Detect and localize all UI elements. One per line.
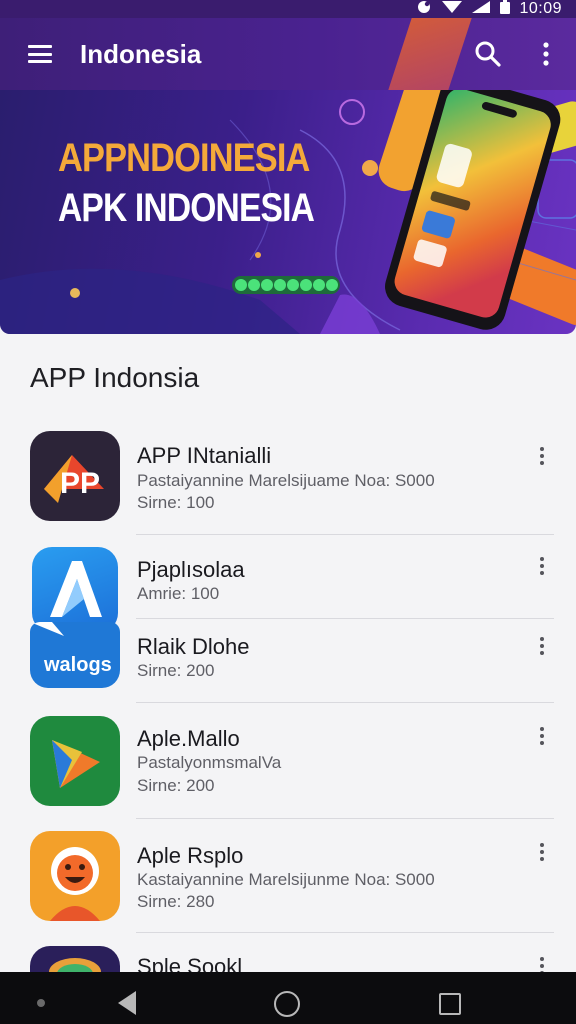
list-divider [136,618,554,619]
walogs-app-icon-text: walogs [44,654,112,676]
promo-banner[interactable]: APPNDOINESIA APK INDONESIA [0,90,576,334]
app-more-button[interactable] [528,836,556,868]
list-divider [136,818,554,819]
app-size: Sirne: 100 [137,493,215,512]
more-options-button[interactable] [516,18,576,90]
app-name[interactable]: Aple Rsplo [137,843,243,869]
signal-icon [471,0,491,18]
app-more-button[interactable] [528,440,556,472]
status-bar: 10:09 [0,0,576,18]
notification-icon [417,0,433,18]
app-bar: Indonesia [0,18,576,90]
app-more-button[interactable] [528,630,556,662]
hamburger-menu-icon [28,45,52,63]
app-name[interactable]: APP INtanialli [137,443,271,469]
letter-a-app-icon[interactable] [32,547,118,633]
nav-indicator-dot [37,999,45,1007]
app-more-button[interactable] [528,720,556,752]
smiley-app-icon[interactable] [30,831,120,921]
app-name[interactable]: Aple.Mallo [137,726,240,752]
banner-title-line1: APPNDOINESIA [58,136,310,180]
app-name[interactable]: Pjaplısolaa [137,557,245,583]
home-button[interactable] [274,991,300,1017]
back-triangle-icon [118,991,136,1015]
battery-icon [499,0,511,19]
app-name[interactable]: Rlaik Dlohe [137,634,250,660]
back-button[interactable] [116,990,138,1021]
menu-button[interactable] [0,18,80,90]
list-divider [136,932,554,933]
search-button[interactable] [460,18,516,90]
play-triangle-app-icon[interactable] [30,716,120,806]
banner-title-line2: APK INDONESIA [58,186,315,230]
section-title: APP Indonsia [30,362,200,393]
pp-app-icon[interactable]: PP [30,431,120,521]
status-time: 10:09 [519,0,562,17]
wifi-icon [441,0,463,18]
app-description: PastalyonmsmalVa [137,753,282,772]
list-divider [136,534,554,535]
app-size: Amrie: 100 [137,584,220,603]
more-vert-icon [543,42,549,66]
phone-screen: 10:09 Indonesia APPNDOINESIA APK INDONES… [0,0,576,1024]
search-icon [475,41,501,67]
app-more-button[interactable] [528,550,556,582]
app-description: Kastaiyannine Marelsijunme Noa: S000 [137,870,435,889]
list-divider [136,702,554,703]
app-size: Sirne: 200 [137,776,215,795]
app-description: Pastaiyannine Marelsijuame Noa: S000 [137,471,435,490]
app-size: Sirne: 280 [137,892,215,911]
partial-app-icon[interactable] [30,946,120,972]
pp-app-icon-text: PP [60,467,101,500]
app-size: Sirne: 200 [137,661,215,680]
walogs-app-icon[interactable]: walogs [30,622,120,688]
recents-button[interactable] [439,993,461,1015]
